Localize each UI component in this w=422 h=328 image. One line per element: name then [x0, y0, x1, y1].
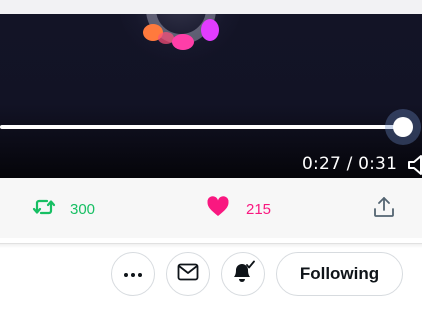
progress-bar[interactable]: [0, 125, 403, 129]
top-strip: [0, 0, 422, 14]
volume-icon[interactable]: [408, 154, 422, 176]
time-display: 0:27 / 0:31: [302, 154, 398, 174]
notifications-button[interactable]: [221, 252, 265, 296]
video-frame-blob: [172, 34, 194, 50]
like-button[interactable]: 215: [206, 195, 271, 224]
retweet-count: 300: [70, 201, 96, 218]
bell-icon: [230, 260, 256, 289]
share-button[interactable]: [372, 195, 396, 224]
more-icon: [123, 265, 143, 283]
retweet-icon: [32, 195, 56, 224]
video-frame-blob: [201, 19, 219, 41]
mail-icon: [177, 263, 199, 286]
share-icon: [372, 195, 396, 224]
video-player[interactable]: 0:27 / 0:31: [0, 14, 422, 178]
following-button[interactable]: Following: [276, 252, 403, 296]
heart-icon: [206, 195, 230, 224]
progress-scrubber[interactable]: [385, 109, 421, 145]
section-divider-shadow: [0, 244, 422, 248]
like-count: 215: [246, 201, 272, 218]
more-options-button[interactable]: [111, 252, 155, 296]
message-button[interactable]: [166, 252, 210, 296]
retweet-button[interactable]: 300: [32, 195, 95, 224]
